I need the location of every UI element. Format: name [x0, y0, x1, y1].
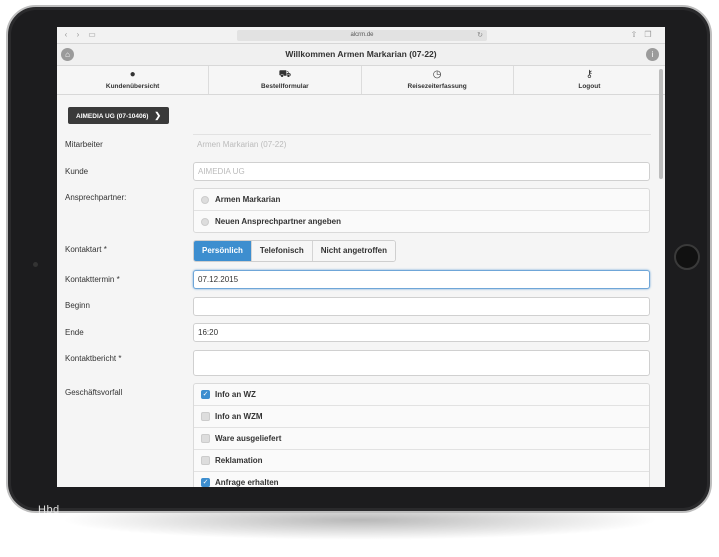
kontakttermin-field[interactable]: 07.12.2015: [193, 270, 650, 289]
beginn-label: Beginn: [65, 301, 90, 310]
kunde-label: Kunde: [65, 167, 89, 176]
mitarbeiter-value: Armen Markarian (07-22): [197, 140, 287, 149]
home-button[interactable]: [674, 244, 700, 270]
beginn-field[interactable]: [193, 297, 650, 316]
company-button[interactable]: AIMEDIA UG (07-10406) ❯: [68, 107, 170, 124]
nav-item-kundenuebersicht[interactable]: ● Kundenübersicht: [57, 66, 210, 94]
kontaktart-segmented-control: Persönlich Telefonisch Nicht angetroffen: [193, 240, 396, 262]
info-icon[interactable]: i: [646, 48, 659, 61]
url-bar[interactable]: alcrm.de ↻: [237, 30, 487, 41]
nav-item-bestellformular[interactable]: ⛟ Bestellformular: [209, 66, 362, 94]
key-icon: ⚷: [585, 69, 594, 80]
nav-label: Bestellformular: [261, 83, 309, 90]
watermark: Hbd: [38, 504, 60, 516]
main-nav: ● Kundenübersicht ⛟ Bestellformular ◷ Re…: [57, 66, 665, 95]
radio-label: Armen Markarian: [215, 195, 281, 204]
checkbox-option[interactable]: Info an WZM: [194, 406, 649, 428]
nav-label: Kundenübersicht: [105, 83, 160, 90]
checkbox-icon[interactable]: [201, 434, 210, 443]
checkbox-label: Info an WZM: [215, 412, 263, 421]
nav-label: Reisezeiterfassung: [407, 83, 467, 90]
geschaeftsvorfall-options: ✓ Info an WZ Info an WZM Ware ausgeliefe…: [193, 383, 650, 487]
kontaktart-persoenlich-button[interactable]: Persönlich: [194, 241, 252, 261]
user-icon: ●: [129, 69, 136, 80]
share-icon[interactable]: ⇧: [629, 30, 639, 40]
kontakttermin-label: Kontakttermin *: [65, 275, 120, 284]
checkbox-option[interactable]: Reklamation: [194, 450, 649, 472]
cart-icon: ⛟: [278, 69, 292, 80]
ansprechpartner-label: Ansprechpartner:: [65, 193, 127, 202]
chevron-right-icon: ❯: [154, 111, 162, 120]
scrollbar[interactable]: [659, 69, 663, 179]
ansprechpartner-options: Armen Markarian Neuen Ansprechpartner an…: [193, 188, 650, 233]
radio-icon[interactable]: [201, 196, 209, 204]
kontaktart-nicht-angetroffen-button[interactable]: Nicht angetroffen: [312, 241, 395, 261]
kunde-field: AIMEDIA UG: [193, 162, 650, 181]
sidebar-icon[interactable]: ▭: [87, 30, 97, 40]
url-text: alcrm.de: [350, 32, 374, 38]
nav-label: Logout: [578, 83, 601, 90]
nav-item-logout[interactable]: ⚷ Logout: [514, 66, 665, 94]
ende-label: Ende: [65, 328, 84, 337]
checkbox-option[interactable]: Ware ausgeliefert: [194, 428, 649, 450]
ende-field[interactable]: 16:20: [193, 323, 650, 342]
radio-option[interactable]: Neuen Ansprechpartner angeben: [194, 211, 649, 232]
page-title: Willkommen Armen Markarian (07-22): [285, 49, 437, 59]
kontaktbericht-textarea[interactable]: [193, 350, 650, 376]
kontaktbericht-label: Kontaktbericht *: [65, 354, 122, 363]
nav-item-reisezeiterfassung[interactable]: ◷ Reisezeiterfassung: [362, 66, 514, 94]
radio-label: Neuen Ansprechpartner angeben: [215, 217, 341, 226]
checkbox-label: Ware ausgeliefert: [215, 434, 282, 443]
checkbox-label: Reklamation: [215, 456, 263, 465]
checkbox-icon[interactable]: [201, 412, 210, 421]
kontaktart-label: Kontaktart *: [65, 245, 107, 254]
tabs-icon[interactable]: ❐: [643, 30, 653, 40]
geschaeftsvorfall-label: Geschäftsvorfall: [65, 388, 123, 397]
mitarbeiter-label: Mitarbeiter: [65, 140, 103, 149]
reload-icon[interactable]: ↻: [477, 30, 483, 41]
checkbox-option[interactable]: ✓ Info an WZ: [194, 384, 649, 406]
clock-icon: ◷: [432, 69, 442, 80]
checkbox-checked-icon[interactable]: ✓: [201, 478, 210, 487]
radio-option[interactable]: Armen Markarian: [194, 189, 649, 211]
screen: ‹ › ▭ alcrm.de ↻ ⇧ ❐ ⌂ Willkommen Armen …: [57, 27, 665, 487]
checkbox-option[interactable]: ✓ Anfrage erhalten: [194, 472, 649, 487]
checkbox-checked-icon[interactable]: ✓: [201, 390, 210, 399]
camera-icon: [33, 262, 38, 267]
divider: [193, 134, 651, 135]
forward-icon[interactable]: ›: [73, 30, 83, 40]
checkbox-label: Info an WZ: [215, 390, 256, 399]
checkbox-icon[interactable]: [201, 456, 210, 465]
back-icon[interactable]: ‹: [61, 30, 71, 40]
kontaktart-telefonisch-button[interactable]: Telefonisch: [251, 241, 313, 261]
radio-icon[interactable]: [201, 218, 209, 226]
company-button-label: AIMEDIA UG (07-10406): [76, 113, 149, 120]
app-header: ⌂ Willkommen Armen Markarian (07-22) i: [57, 44, 665, 66]
checkbox-label: Anfrage erhalten: [215, 478, 279, 487]
browser-toolbar: ‹ › ▭ alcrm.de ↻ ⇧ ❐: [57, 27, 665, 44]
